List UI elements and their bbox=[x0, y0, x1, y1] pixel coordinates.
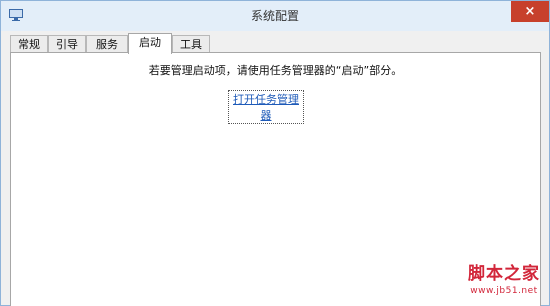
title-bar: 系统配置 × bbox=[1, 1, 549, 31]
system-config-window: 系统配置 × 常规 引导 服务 启动 工具 若要管理启动项，请使用任务管理器的“… bbox=[0, 0, 550, 306]
window-title: 系统配置 bbox=[250, 9, 299, 23]
watermark-text: 脚本之家 bbox=[468, 264, 540, 284]
startup-message: 若要管理启动项，请使用任务管理器的“启动”部分。 bbox=[148, 64, 403, 77]
close-icon: × bbox=[524, 4, 536, 19]
tab-strip: 常规 引导 服务 启动 工具 bbox=[10, 33, 540, 54]
open-task-manager-link[interactable]: 打开任务管理器 bbox=[228, 90, 304, 124]
tab-tools[interactable]: 工具 bbox=[172, 35, 210, 53]
close-button[interactable]: × bbox=[511, 1, 549, 22]
tab-startup[interactable]: 启动 bbox=[128, 33, 172, 54]
watermark: 脚本之家 www.jb51.net bbox=[459, 263, 549, 297]
tab-general[interactable]: 常规 bbox=[10, 35, 48, 53]
tab-boot[interactable]: 引导 bbox=[48, 35, 86, 53]
watermark-url: www.jb51.net bbox=[470, 286, 538, 296]
tab-services[interactable]: 服务 bbox=[86, 35, 128, 53]
